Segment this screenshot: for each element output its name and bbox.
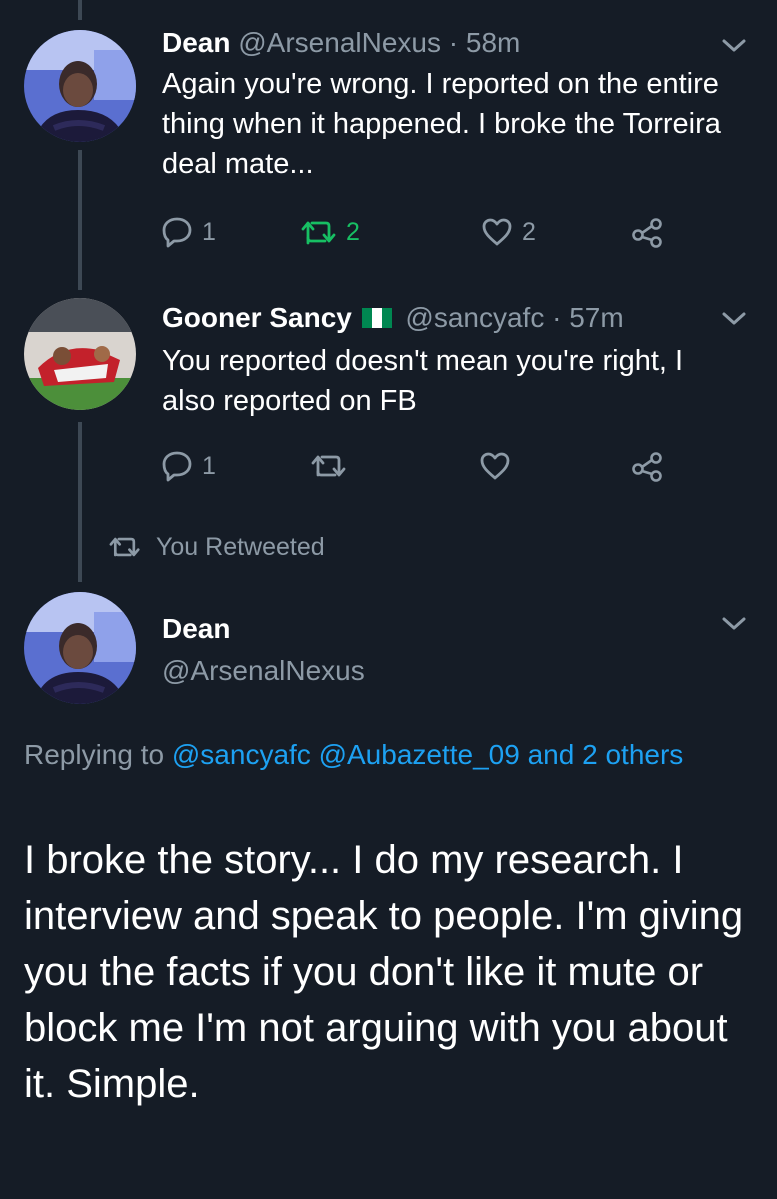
mention-link[interactable]: @sancyafc: [172, 739, 311, 770]
reply-icon: [162, 217, 192, 248]
retweet-button[interactable]: 2: [300, 212, 360, 252]
reply-button[interactable]: 1: [160, 212, 216, 252]
thread-line-1: [78, 150, 82, 290]
tweet-text: Again you're wrong. I reported on the en…: [162, 68, 721, 180]
like-button[interactable]: [478, 446, 512, 486]
dot-separator: ·: [552, 302, 562, 333]
heart-icon: [482, 218, 512, 246]
share-icon: [632, 218, 662, 248]
retweet-count: 2: [346, 217, 360, 246]
display-name[interactable]: Dean: [162, 613, 230, 645]
retweet-context: You Retweeted: [108, 532, 325, 562]
reply-button[interactable]: 1: [160, 446, 216, 486]
share-button[interactable]: [630, 212, 664, 252]
tweet-text: You reported doesn't mean you're right, …: [162, 345, 684, 417]
replying-prefix: Replying to: [24, 739, 165, 770]
like-button[interactable]: 2: [480, 212, 536, 252]
retweet-icon: [109, 537, 140, 557]
timestamp[interactable]: 57m: [569, 302, 623, 333]
replying-to: Replying to @sancyafc @Aubazette_09 and …: [24, 734, 724, 776]
like-count: 2: [522, 217, 536, 246]
display-name[interactable]: Dean: [162, 27, 230, 58]
and-text: and: [527, 739, 575, 770]
mention-link[interactable]: @Aubazette_09: [319, 739, 520, 770]
dot-separator: ·: [448, 27, 459, 58]
retweet-icon: [311, 455, 346, 477]
thread-line-top: [78, 0, 82, 20]
chevron-down-icon[interactable]: [720, 614, 748, 634]
handle[interactable]: @ArsenalNexus: [162, 655, 365, 687]
share-icon: [632, 452, 662, 482]
main-tweet-text: I broke the story... I do my research. I…: [24, 838, 744, 1106]
retweet-button[interactable]: [310, 446, 348, 486]
reply-icon: [162, 451, 192, 482]
chevron-down-icon[interactable]: [720, 36, 748, 56]
handle[interactable]: @ArsenalNexus: [238, 27, 441, 58]
avatar[interactable]: [24, 298, 136, 410]
others-link[interactable]: 2 others: [582, 739, 683, 770]
thread-line-2: [78, 422, 82, 582]
heart-icon: [480, 452, 510, 480]
share-button[interactable]: [630, 446, 664, 486]
reply-count: 1: [202, 451, 216, 480]
reply-count: 1: [202, 217, 216, 246]
retweet-context-label: You Retweeted: [156, 532, 325, 561]
tweet-header: Dean @ArsenalNexus · 58m: [162, 26, 520, 60]
flag-icon: [361, 304, 392, 338]
tweet-actions: 1: [160, 446, 680, 486]
avatar[interactable]: [24, 30, 136, 142]
timestamp[interactable]: 58m: [466, 27, 520, 58]
display-name[interactable]: Gooner Sancy: [162, 302, 352, 333]
tweet-actions: 1 2 2: [160, 212, 680, 252]
avatar[interactable]: [24, 592, 136, 704]
tweet-header: Gooner Sancy @sancyafc · 57m: [162, 301, 624, 338]
chevron-down-icon[interactable]: [720, 309, 748, 329]
retweet-icon: [301, 221, 336, 245]
handle[interactable]: @sancyafc: [405, 302, 544, 333]
